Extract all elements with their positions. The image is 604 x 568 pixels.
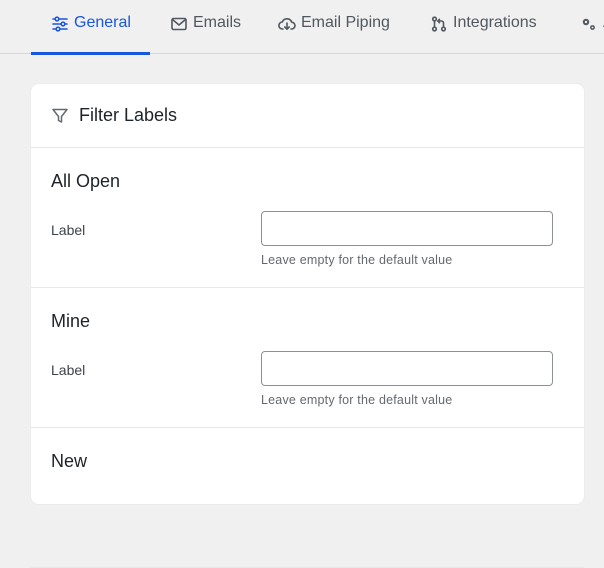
mine-label-input[interactable] <box>261 351 553 386</box>
envelope-icon <box>170 15 188 33</box>
section-title: New <box>51 451 88 471</box>
gears-icon <box>580 15 598 33</box>
field-label: Label <box>51 362 86 378</box>
tab-email-piping-label: Email Piping <box>301 14 390 31</box>
filter-labels-card: Filter Labels All Open Label Leave empty… <box>31 84 584 568</box>
tab-integrations[interactable]: Integrations <box>430 0 537 54</box>
settings-tabs: General Emails Email Piping Integrations <box>0 0 604 55</box>
field-hint: Leave empty for the default value <box>261 253 453 267</box>
card-header: Filter Labels <box>31 84 584 148</box>
section-all-open: All Open Label Leave empty for the defau… <box>31 148 584 288</box>
tab-advanced[interactable]: A <box>580 0 604 54</box>
tab-general-label: General <box>74 14 131 31</box>
tab-email-piping[interactable]: Email Piping <box>278 0 390 54</box>
tab-integrations-label: Integrations <box>453 14 537 31</box>
tab-emails[interactable]: Emails <box>170 0 241 54</box>
section-mine: Mine Label Leave empty for the default v… <box>31 288 584 428</box>
cloud-download-icon <box>278 15 296 33</box>
all-open-label-input[interactable] <box>261 211 553 246</box>
tab-emails-label: Emails <box>193 14 242 31</box>
card-title: Filter Labels <box>79 105 178 125</box>
tab-general[interactable]: General <box>31 0 150 55</box>
section-title: Mine <box>51 311 91 331</box>
field-hint: Leave empty for the default value <box>261 393 453 407</box>
field-label: Label <box>51 222 86 238</box>
integration-icon <box>430 15 448 33</box>
sliders-icon <box>51 15 69 33</box>
section-new: New <box>31 428 584 568</box>
section-title: All Open <box>51 171 121 191</box>
filter-icon <box>51 107 69 125</box>
